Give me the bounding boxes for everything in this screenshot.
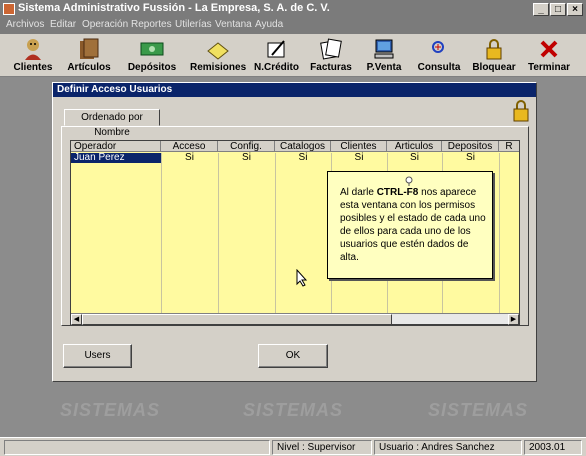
invoice-icon — [320, 38, 342, 60]
horizontal-scrollbar[interactable]: ◀ ▶ — [71, 313, 519, 325]
watermark-text: SISTEMAS — [428, 400, 529, 420]
users-button[interactable]: Users — [63, 344, 132, 368]
toolbar-remisiones-button[interactable]: Remisiones — [190, 36, 246, 76]
toolbar-depositos-button[interactable]: Depósitos — [126, 36, 178, 76]
column-header-more[interactable]: R — [499, 141, 519, 152]
watermark-text: SISTEMAS — [60, 400, 161, 420]
table-cell-catalogos[interactable]: Si — [275, 153, 331, 163]
status-version: 2003.01 — [524, 440, 582, 455]
computer-icon — [374, 39, 394, 59]
close-button[interactable]: × — [567, 3, 583, 16]
table-cell-acceso[interactable]: Si — [161, 153, 218, 163]
folders-icon — [80, 38, 99, 59]
menu-bar: Archivos Editar Operación Reportes Utile… — [0, 18, 586, 34]
scroll-thumb[interactable] — [82, 314, 392, 325]
watermark-text: SISTEMAS — [243, 400, 344, 420]
tab-ordenado-por-nombre[interactable]: Ordenado por Nombre — [64, 109, 160, 138]
table-cell-clientes[interactable]: Si — [331, 153, 387, 163]
mouse-cursor-icon — [296, 269, 308, 287]
dialog-title: Definir Acceso Usuarios — [53, 83, 536, 97]
status-bar: Nivel : Supervisor Usuario : Andres Sanc… — [0, 437, 586, 456]
title-bar: Sistema Administrativo Fussión - La Empr… — [0, 0, 586, 18]
pen-icon — [267, 40, 285, 58]
column-header-clientes[interactable]: Clientes — [331, 141, 387, 152]
menu-editar[interactable]: Editar — [50, 19, 76, 30]
magnifier-icon — [432, 41, 444, 53]
column-header-config[interactable]: Config. — [218, 141, 275, 152]
status-nivel: Nivel : Supervisor — [272, 440, 372, 455]
toolbar-bloquear-button[interactable]: Bloquear — [470, 36, 518, 76]
column-header-depositos[interactable]: Depositos — [442, 141, 499, 152]
person-icon — [25, 39, 41, 60]
menu-ayuda[interactable]: Ayuda — [255, 19, 283, 30]
column-header-acceso[interactable]: Acceso — [161, 141, 218, 152]
menu-utilerias[interactable]: Utilerías — [175, 19, 212, 30]
minimize-button[interactable]: _ — [533, 3, 549, 16]
column-divider — [218, 153, 219, 313]
column-divider — [275, 153, 276, 313]
note-text: Al darle CTRL-F8 nos aparece esta ventan… — [340, 187, 486, 263]
ok-button[interactable]: OK — [258, 344, 328, 368]
red-x-icon — [540, 40, 558, 58]
maximize-button[interactable]: □ — [550, 3, 566, 16]
money-icon — [140, 42, 164, 56]
lock-icon — [486, 39, 502, 60]
table-cell-config[interactable]: Si — [218, 153, 275, 163]
toolbar-terminar-button[interactable]: Terminar — [524, 36, 574, 76]
column-header-catalogos[interactable]: Catalogos — [275, 141, 331, 152]
column-divider — [499, 153, 500, 313]
notepad-icon — [207, 42, 229, 60]
column-header-articulos[interactable]: Articulos — [387, 141, 442, 152]
table-cell-depositos[interactable]: Si — [442, 153, 499, 163]
column-header-operador[interactable]: Operador — [71, 141, 161, 152]
table-cell-operador[interactable]: Juan Perez — [71, 153, 161, 163]
toolbar-clientes-button[interactable]: Clientes — [10, 36, 56, 76]
toolbar-articulos-button[interactable]: Artículos — [66, 36, 112, 76]
lock-icon — [513, 100, 529, 122]
toolbar-ncredito-button[interactable]: N.Crédito — [254, 36, 299, 76]
column-divider — [161, 153, 162, 313]
status-usuario: Usuario : Andres Sanchez — [374, 440, 522, 455]
toolbar-consulta-button[interactable]: Consulta — [416, 36, 462, 76]
menu-reportes[interactable]: Reportes — [131, 19, 172, 30]
app-icon[interactable] — [3, 3, 15, 15]
status-panel-empty — [4, 440, 270, 455]
annotation-note: Al darle CTRL-F8 nos aparece esta ventan… — [327, 171, 493, 279]
menu-archivos[interactable]: Archivos — [6, 19, 44, 30]
menu-operacion[interactable]: Operación — [82, 19, 128, 30]
pushpin-icon — [405, 176, 413, 186]
toolbar-facturas-button[interactable]: Facturas — [308, 36, 354, 76]
toolbar: Clientes Artículos Depósitos Remisiones … — [0, 34, 586, 77]
menu-ventana[interactable]: Ventana — [215, 19, 252, 30]
window-title: Sistema Administrativo Fussión - La Empr… — [18, 2, 330, 14]
toolbar-pventa-button[interactable]: P.Venta — [362, 36, 406, 76]
scroll-right-icon[interactable]: ▶ — [508, 314, 519, 325]
scroll-left-icon[interactable]: ◀ — [71, 314, 82, 325]
table-cell-articulos[interactable]: Si — [387, 153, 442, 163]
